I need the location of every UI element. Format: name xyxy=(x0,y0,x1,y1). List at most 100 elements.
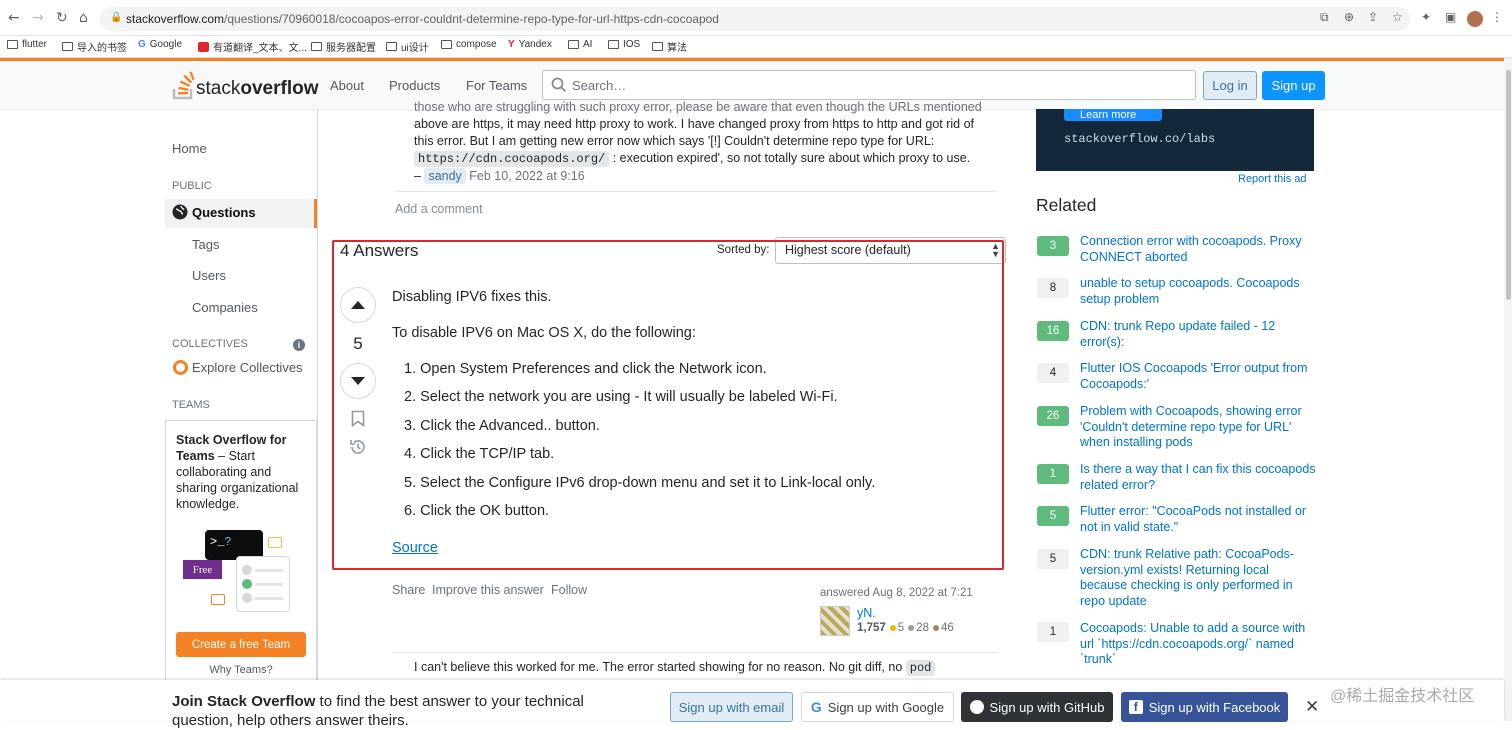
answer-paragraph: To disable IPV6 on Mac OS X, do the foll… xyxy=(392,325,696,341)
bookmark-folder[interactable]: AI xyxy=(568,39,592,50)
related-score: 5 xyxy=(1037,549,1069,569)
search-input[interactable] xyxy=(542,70,1196,100)
downvote-button[interactable] xyxy=(340,363,376,399)
bookmark-folder[interactable]: IOS xyxy=(608,39,640,50)
sidepanel-icon[interactable]: ▣ xyxy=(1445,10,1456,24)
menu-icon[interactable]: ⋮ xyxy=(1491,10,1503,24)
improve-answer-link[interactable]: Improve this answer xyxy=(432,583,544,597)
profile-avatar[interactable] xyxy=(1467,11,1483,27)
translate-icon[interactable]: ⧉ xyxy=(1320,10,1329,25)
user-reputation: 1,757 5 28 46 xyxy=(857,622,954,634)
share-link[interactable]: Share xyxy=(392,583,425,597)
nav-products[interactable]: Products xyxy=(389,78,440,93)
vote-count: 5 xyxy=(353,334,363,353)
sidebar-item-home[interactable]: Home xyxy=(172,141,207,156)
comment-text: this error. But I am getting new error n… xyxy=(414,134,935,148)
sidebar-item-tags[interactable]: Tags xyxy=(192,237,219,252)
folder-icon xyxy=(608,40,619,49)
back-icon[interactable]: ← xyxy=(8,10,20,26)
bookmark-icon[interactable] xyxy=(351,410,365,427)
sidebar-item-label: Questions xyxy=(192,205,256,220)
zoom-icon[interactable]: ⊕ xyxy=(1344,10,1354,24)
ad-button-label: Learn more xyxy=(1080,109,1137,121)
comment-code: https://cdn.cocoapods.org/ xyxy=(414,151,610,167)
signup-email-button[interactable]: Sign up with email xyxy=(670,692,793,722)
signup-google-button[interactable]: G Sign up with Google xyxy=(801,692,954,722)
history-icon[interactable] xyxy=(349,438,367,456)
related-score: 16 xyxy=(1037,321,1069,341)
sidebar-item-companies[interactable]: Companies xyxy=(192,300,258,315)
report-ad-link[interactable]: Report this ad xyxy=(1238,173,1306,185)
bronze-badge-icon xyxy=(932,624,939,631)
home-icon[interactable]: ⌂ xyxy=(79,10,88,26)
site-logo[interactable]: stack overflow xyxy=(172,70,318,100)
lock-icon: 🔒 xyxy=(110,12,123,23)
google-icon: G xyxy=(138,39,146,50)
star-icon[interactable]: ☆ xyxy=(1392,10,1403,24)
bookmark-link[interactable]: Y Yandex xyxy=(508,39,552,50)
related-link[interactable]: CDN: trunk Relative path: CocoaPods-vers… xyxy=(1080,547,1318,609)
create-team-button[interactable]: Create a free Team xyxy=(176,632,306,657)
github-icon xyxy=(969,700,984,714)
share-icon[interactable]: ⇪ xyxy=(1368,10,1378,24)
comment-user[interactable]: sandy xyxy=(424,168,466,184)
why-teams-link[interactable]: Why Teams? xyxy=(176,664,306,676)
add-comment-link[interactable]: Add a comment xyxy=(395,202,483,216)
related-link[interactable]: Connection error with cocoapods. Proxy C… xyxy=(1080,234,1318,265)
related-score: 4 xyxy=(1037,363,1069,383)
related-link[interactable]: Cocoapods: Unable to add a source with u… xyxy=(1080,621,1318,668)
sidebar-item-users[interactable]: Users xyxy=(192,268,226,283)
logo-text-b: overflow xyxy=(240,78,319,99)
comment-date: Feb 10, 2022 at 9:16 xyxy=(469,169,585,183)
avatar[interactable] xyxy=(820,606,850,636)
search-icon xyxy=(551,77,567,93)
folder-icon xyxy=(311,42,322,51)
bookmark-folder[interactable]: 导入的书签 xyxy=(62,39,127,54)
signup-facebook-button[interactable]: f Sign up with Facebook xyxy=(1121,692,1288,722)
related-link[interactable]: unable to setup cocoapods. Cocoapods set… xyxy=(1080,276,1318,307)
bookmark-folder[interactable]: compose xyxy=(441,39,497,50)
answer-step: 5. Select the Configure IPv6 drop-down m… xyxy=(404,475,876,491)
nav-about[interactable]: About xyxy=(330,78,364,93)
sidebar-item-explore-collectives[interactable]: Explore Collectives xyxy=(192,360,303,375)
bookmark-folder[interactable]: 算法 xyxy=(652,39,687,54)
signup-github-button[interactable]: Sign up with GitHub xyxy=(961,692,1113,722)
related-link[interactable]: Problem with Cocoapods, showing error 'C… xyxy=(1080,404,1318,451)
globe-icon xyxy=(172,204,188,220)
related-link[interactable]: Flutter error: "CocoaPods not installed … xyxy=(1080,504,1318,535)
url-text[interactable]: stackoverflow.com/questions/70960018/coc… xyxy=(126,12,719,26)
stackoverflow-logo-icon xyxy=(172,72,195,100)
reload-icon[interactable]: ↻ xyxy=(56,10,68,26)
bookmark-folder[interactable]: ui设计 xyxy=(386,39,429,54)
answer-step: 3. Click the Advanced.. button. xyxy=(404,418,600,434)
sidebar-section-collectives: COLLECTIVES xyxy=(172,338,248,350)
bookmark-link[interactable]: 有道翻译_文本、文... xyxy=(198,39,307,54)
source-link[interactable]: Source xyxy=(392,540,438,556)
related-link[interactable]: Is there a way that I can fix this cocoa… xyxy=(1080,462,1318,493)
extensions-icon[interactable]: ✦ xyxy=(1421,10,1431,24)
forward-icon[interactable]: → xyxy=(32,10,44,26)
info-icon[interactable]: i xyxy=(293,339,305,351)
comment-dash: – xyxy=(414,169,421,183)
ad-url: stackoverflow.co/labs xyxy=(1064,132,1216,146)
related-link[interactable]: Flutter IOS Cocoapods 'Error output from… xyxy=(1080,361,1318,392)
teams-promo-text: Stack Overflow for Teams – Start collabo… xyxy=(176,433,299,511)
bookmark-link[interactable]: G Google xyxy=(138,39,182,50)
close-icon[interactable]: ✕ xyxy=(1305,697,1319,717)
upvote-button[interactable] xyxy=(340,287,376,323)
signup-button[interactable]: Sign up xyxy=(1262,71,1325,100)
nav-for-teams[interactable]: For Teams xyxy=(466,78,527,93)
answer-username[interactable]: yN. xyxy=(857,606,876,620)
bookmark-folder[interactable]: flutter xyxy=(7,39,47,50)
checklist-illustration xyxy=(236,556,290,612)
answer-step: 2. Select the network you are using - It… xyxy=(404,389,838,405)
divider xyxy=(395,191,997,192)
related-score: 8 xyxy=(1037,278,1069,298)
folder-icon xyxy=(62,42,73,51)
bookmark-folder[interactable]: 服务器配置 xyxy=(311,39,376,54)
related-link[interactable]: CDN: trunk Repo update failed - 12 error… xyxy=(1080,319,1318,350)
scrollbar-thumb[interactable] xyxy=(1506,70,1511,300)
follow-link[interactable]: Follow xyxy=(551,583,587,597)
collectives-icon xyxy=(173,360,188,375)
login-button[interactable]: Log in xyxy=(1203,71,1257,100)
